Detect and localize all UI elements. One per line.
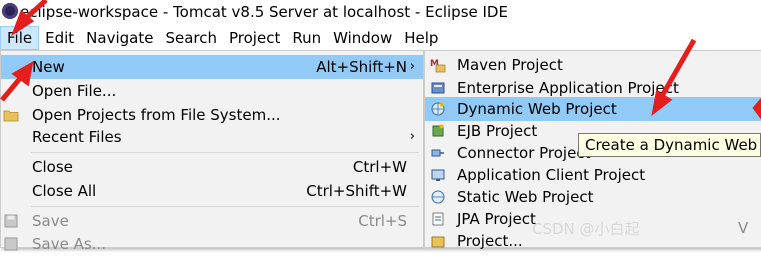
menu-item-label: Recent Files (32, 128, 122, 146)
menu-navigate[interactable]: Navigate (80, 26, 159, 50)
submenu-item-application-client-project[interactable]: Application Client Project (425, 163, 761, 187)
submenu-item-label: Project... (457, 232, 523, 250)
submenu-arrow-icon: › (409, 59, 415, 74)
submenu-item-dynamic-web-project[interactable]: Dynamic Web Project (425, 97, 761, 121)
menu-item-open-projects[interactable]: Open Projects from File System... (1, 103, 423, 127)
project-icon (431, 236, 445, 248)
submenu-item-maven-project[interactable]: M Maven Project (425, 53, 761, 77)
window-title: eclipse-workspace - Tomcat v8.5 Server a… (20, 3, 508, 21)
menu-item-label: New (32, 58, 65, 76)
menu-item-label: Close All (32, 182, 97, 200)
submenu-item-label: Maven Project (457, 56, 563, 74)
menu-item-open-file[interactable]: Open File... (1, 79, 423, 103)
menu-project[interactable]: Project (223, 26, 286, 50)
jpa-project-icon (432, 212, 444, 226)
menu-help[interactable]: Help (398, 26, 444, 50)
menu-file[interactable]: File (0, 26, 40, 50)
tooltip: Create a Dynamic Web project (578, 133, 761, 157)
save-icon (4, 214, 18, 228)
menu-item-close[interactable]: Close Ctrl+W (1, 155, 423, 179)
menu-edit[interactable]: Edit (39, 26, 80, 50)
app-client-project-icon (431, 169, 445, 181)
submenu-item-static-web-project[interactable]: Static Web Project (425, 185, 761, 209)
enterprise-app-icon (431, 82, 445, 94)
menu-separator (31, 152, 419, 153)
static-web-project-icon (431, 190, 445, 204)
menu-window[interactable]: Window (327, 26, 398, 50)
submenu-item-label: Static Web Project (457, 188, 594, 206)
connector-project-icon (431, 149, 444, 157)
menu-item-label: Open Projects from File System... (32, 106, 281, 124)
menu-item-shortcut: Alt+Shift+N (316, 58, 407, 76)
menu-item-shortcut: Ctrl+W (352, 158, 407, 176)
menu-item-label: Open File... (32, 82, 117, 100)
dynamic-web-project-icon (431, 102, 445, 116)
menu-run[interactable]: Run (286, 26, 327, 50)
submenu-item-label: Application Client Project (457, 166, 646, 184)
menu-item-new[interactable]: New Alt+Shift+N › (1, 55, 423, 79)
submenu-item-label: EJB Project (457, 122, 538, 140)
menu-item-close-all[interactable]: Close All Ctrl+Shift+W (1, 179, 423, 203)
menu-item-shortcut: Ctrl+Shift+W (306, 182, 407, 200)
menu-separator (31, 206, 419, 207)
maven-project-icon: M (430, 59, 446, 73)
menu-item-label: Close (32, 158, 73, 176)
submenu-item-label: JPA Project (457, 210, 536, 228)
menu-item-recent-files[interactable]: Recent Files › (1, 125, 423, 149)
menu-item-label: Save (32, 212, 69, 230)
submenu-arrow-icon: › (409, 129, 415, 144)
file-menu: New Alt+Shift+N › Open File... Open Proj… (0, 50, 424, 253)
menu-item-label: Save As... (32, 235, 106, 253)
stray-char: V (738, 219, 749, 237)
menu-item-shortcut: Ctrl+S (358, 212, 407, 230)
submenu-item-label: Dynamic Web Project (457, 100, 617, 118)
watermark: CSDN @小白起 (532, 220, 640, 238)
menu-item-save[interactable]: Save Ctrl+S (1, 209, 423, 233)
folder-icon (3, 110, 19, 122)
title-bar: eclipse-workspace - Tomcat v8.5 Server a… (0, 0, 761, 26)
menu-bar: File Edit Navigate Search Project Run Wi… (0, 26, 761, 50)
save-as-icon (4, 237, 18, 251)
eclipse-app-icon (2, 3, 18, 19)
menu-item-save-as[interactable]: Save As... (1, 232, 423, 256)
submenu-item-label: Connector Project (457, 144, 591, 162)
ejb-project-icon (432, 124, 444, 137)
menu-search[interactable]: Search (159, 26, 223, 50)
